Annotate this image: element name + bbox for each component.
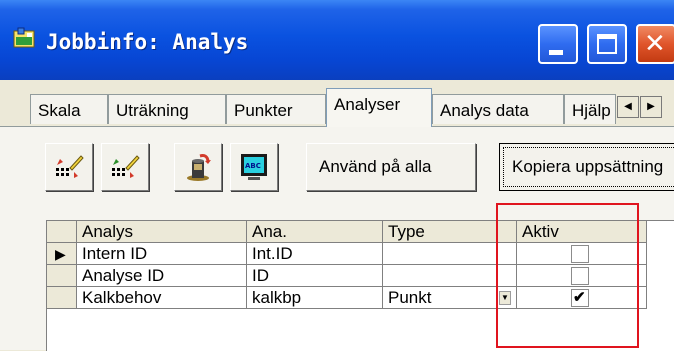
focus-ring [503,147,674,187]
close-icon: ✕ [644,29,666,59]
title-bar: Jobbinfo: Analys ✕ [0,0,674,80]
row-selector[interactable]: ▶ [47,243,77,265]
table-cell-analys[interactable]: Analyse ID [77,265,247,287]
column-header-analys[interactable]: Analys [77,221,247,243]
minimize-button[interactable] [538,24,578,64]
tab-analyser[interactable]: Analyser [326,88,432,127]
minimize-icon [549,50,563,55]
grid-corner [47,221,77,243]
row-selector[interactable] [47,287,77,309]
apply-all-label: Använd på alla [319,157,432,176]
spellcheck-monitor-icon: ABC [241,154,267,180]
tab-label: Punkter [234,101,293,120]
current-row-icon: ▶ [55,246,66,262]
column-header-ana[interactable]: Ana. [247,221,383,243]
edit-add-icon [56,155,84,178]
maximize-button[interactable] [587,24,627,64]
tab-label: Analys data [440,101,529,120]
import-icon [187,154,211,181]
tab-label: Uträkning [116,101,189,120]
import-button[interactable] [174,143,222,191]
table-cell-ana[interactable]: kalkbp [247,287,383,309]
tab-analys-data[interactable]: Analys data [432,94,564,124]
annotation-highlight-box [496,203,639,348]
maximize-icon [597,34,617,54]
tab-label: Analyser [334,95,401,114]
arrow-left-icon: ◀ [624,101,632,112]
spellcheck-button[interactable]: ABC [230,143,278,191]
tab-bar: Skala Uträkning Punkter Analyser Analys … [0,80,674,127]
tab-scroll-left-button[interactable]: ◀ [617,96,639,118]
tab-label: Skala [38,101,81,120]
table-cell-analys[interactable]: Kalkbehov [77,287,247,309]
row-selector[interactable] [47,265,77,287]
tab-scroll-right-button[interactable]: ▶ [640,96,662,118]
table-cell-ana[interactable]: ID [247,265,383,287]
window-title: Jobbinfo: Analys [46,30,249,54]
table-cell-ana[interactable]: Int.ID [247,243,383,265]
type-value: Punkt [388,288,432,307]
copy-setup-button[interactable]: Kopiera uppsättning [499,143,674,191]
close-button[interactable]: ✕ [636,24,674,64]
svg-text:ABC: ABC [245,162,261,170]
apply-all-button[interactable]: Använd på alla [306,143,476,191]
tab-skala[interactable]: Skala [30,94,108,124]
edit-remove-icon [112,155,140,178]
tab-label: Hjälp [572,101,611,120]
remove-analysis-button[interactable] [101,143,149,191]
application-icon [13,27,35,48]
table-cell-analys[interactable]: Intern ID [77,243,247,265]
arrow-right-icon: ▶ [647,101,655,112]
tab-hjalp[interactable]: Hjälp [564,94,616,124]
tab-utrakning[interactable]: Uträkning [108,94,226,124]
add-analysis-button[interactable] [45,143,93,191]
tab-punkter[interactable]: Punkter [226,94,326,124]
